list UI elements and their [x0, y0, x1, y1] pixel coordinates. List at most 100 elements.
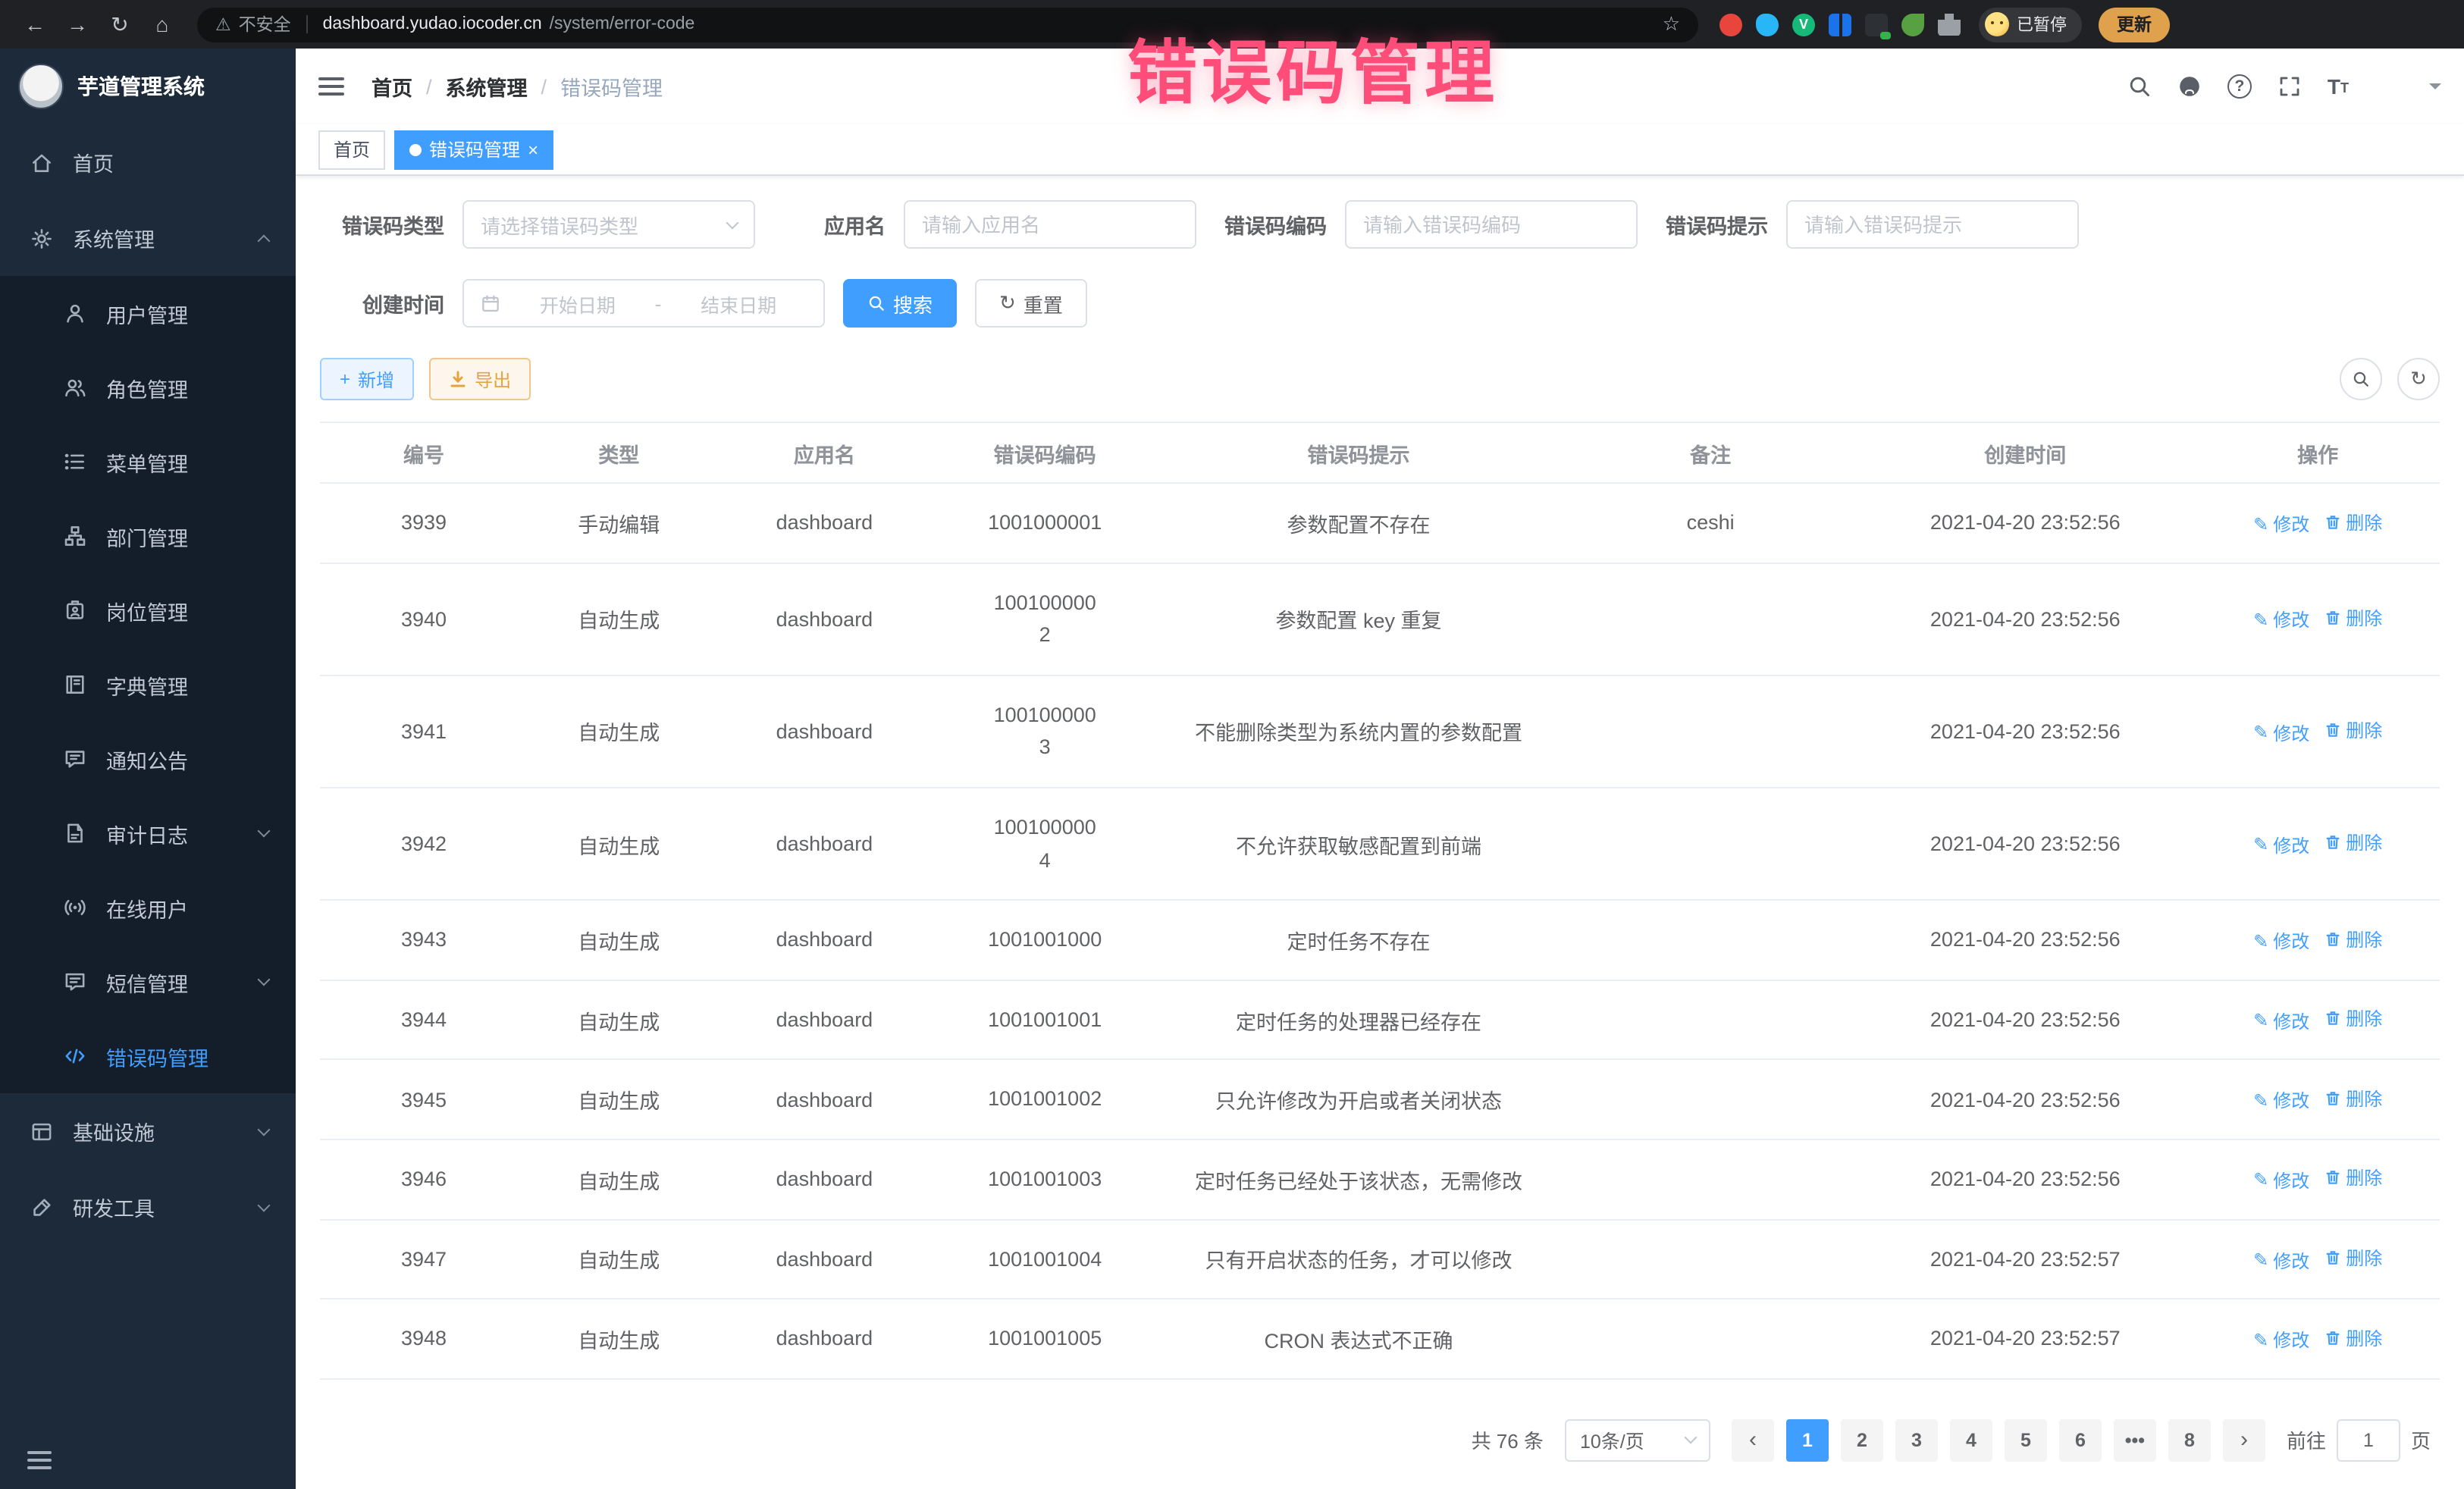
extension-icon-grid[interactable] — [1829, 13, 1851, 36]
sidebar-logo[interactable]: 芋道管理系统 — [0, 49, 296, 124]
bookmark-star-icon[interactable]: ☆ — [1663, 12, 1680, 36]
next-page-button[interactable]: › — [2223, 1418, 2265, 1461]
browser-reload-button[interactable]: ↻ — [100, 5, 140, 44]
app-name-input[interactable] — [922, 213, 1178, 236]
table-row: 3944 自动生成 dashboard 1001001001 定时任务的处理器已… — [320, 980, 2440, 1060]
add-button[interactable]: + 新增 — [320, 358, 414, 400]
table-row: 3945 自动生成 dashboard 1001001002 只允许修改为开启或… — [320, 1060, 2440, 1139]
help-icon[interactable]: ? — [2227, 74, 2252, 99]
page-button-2[interactable]: 2 — [1841, 1418, 1883, 1461]
github-icon[interactable] — [2177, 74, 2202, 99]
hamburger-icon[interactable] — [318, 77, 344, 96]
edit-button[interactable]: ✎修改 — [2253, 607, 2309, 633]
browser-home-button[interactable]: ⌂ — [143, 5, 182, 44]
page-ellipsis[interactable]: ••• — [2114, 1418, 2156, 1461]
delete-button[interactable]: 删除 — [2324, 926, 2382, 951]
sidebar-item-devtools[interactable]: 研发工具 — [0, 1169, 296, 1245]
browser-profile-chip[interactable]: 已暂停 — [1979, 7, 2082, 42]
delete-button[interactable]: 删除 — [2324, 830, 2382, 856]
edit-button[interactable]: ✎修改 — [2253, 511, 2309, 537]
extension-icon-check[interactable]: V — [1792, 13, 1815, 36]
delete-button[interactable]: 删除 — [2324, 1086, 2382, 1111]
sidebar-item-home[interactable]: 首页 — [0, 124, 296, 200]
table-row: 3941 自动生成 dashboard 100100000 3 不能删除类型为系… — [320, 676, 2440, 788]
sidebar-item-positions[interactable]: 岗位管理 — [0, 573, 296, 647]
error-code-input[interactable] — [1363, 213, 1619, 236]
breadcrumb-separator: / — [426, 75, 432, 98]
delete-button[interactable]: 删除 — [2324, 1245, 2382, 1271]
table-row: 3948 自动生成 dashboard 1001001005 CRON 表达式不… — [320, 1299, 2440, 1378]
error-msg-label: 错误码提示 — [1665, 209, 1786, 240]
table-header-row: 编号 类型 应用名 错误码编码 错误码提示 备注 创建时间 操作 — [320, 422, 2440, 483]
page-size-select[interactable]: 10条/页 — [1565, 1418, 1710, 1461]
browser-forward-button[interactable]: → — [58, 5, 97, 44]
jump-page-input[interactable] — [2337, 1418, 2400, 1461]
user-avatar-menu[interactable] — [2375, 64, 2441, 109]
page-button-6[interactable]: 6 — [2059, 1418, 2102, 1461]
page-button-4[interactable]: 4 — [1950, 1418, 1992, 1461]
refresh-table-button[interactable]: ↻ — [2397, 358, 2440, 400]
sidebar-item-roles[interactable]: 角色管理 — [0, 350, 296, 425]
edit-button[interactable]: ✎修改 — [2253, 1168, 2309, 1193]
page-button-1[interactable]: 1 — [1786, 1418, 1829, 1461]
fullscreen-icon[interactable] — [2277, 74, 2302, 99]
delete-button[interactable]: 删除 — [2324, 1006, 2382, 1032]
breadcrumb-system[interactable]: 系统管理 — [446, 71, 528, 102]
delete-button[interactable]: 删除 — [2324, 717, 2382, 743]
search-button[interactable]: 搜索 — [843, 279, 957, 328]
extension-icon-drop[interactable] — [1756, 13, 1779, 36]
sidebar-item-error-codes[interactable]: 错误码管理 — [0, 1019, 296, 1093]
reset-button[interactable]: ↻ 重置 — [975, 279, 1087, 328]
tab-home[interactable]: 首页 — [318, 130, 385, 169]
search-icon[interactable] — [2127, 74, 2152, 99]
sidebar-item-notices[interactable]: 通知公告 — [0, 722, 296, 796]
extension-icon-switch[interactable] — [1865, 13, 1888, 36]
edit-button[interactable]: ✎修改 — [2253, 1327, 2309, 1353]
date-range-picker[interactable]: 开始日期 - 结束日期 — [462, 279, 825, 328]
edit-button[interactable]: ✎修改 — [2253, 1088, 2309, 1114]
edit-button[interactable]: ✎修改 — [2253, 928, 2309, 954]
delete-button[interactable]: 删除 — [2324, 1165, 2382, 1191]
address-bar[interactable]: ⚠ 不安全 dashboard.yudao.iocoder.cn /system… — [197, 7, 1698, 42]
breadcrumb-home[interactable]: 首页 — [371, 71, 412, 102]
tab-error-codes[interactable]: 错误码管理 × — [394, 130, 553, 169]
close-icon[interactable]: × — [528, 140, 538, 158]
edit-button[interactable]: ✎修改 — [2253, 1247, 2309, 1273]
delete-button[interactable]: 删除 — [2324, 605, 2382, 631]
toggle-search-button[interactable] — [2340, 358, 2382, 400]
sidebar-item-system[interactable]: 系统管理 — [0, 200, 296, 276]
export-button[interactable]: 导出 — [429, 358, 531, 400]
system-submenu: 用户管理 角色管理 菜单管理 — [0, 276, 296, 1093]
prev-page-button[interactable]: ‹ — [1732, 1418, 1774, 1461]
sidebar-item-sms[interactable]: 短信管理 — [0, 945, 296, 1019]
edit-button[interactable]: ✎修改 — [2253, 719, 2309, 745]
edit-button[interactable]: ✎修改 — [2253, 1008, 2309, 1034]
page-button-5[interactable]: 5 — [2005, 1418, 2047, 1461]
sidebar-item-users[interactable]: 用户管理 — [0, 276, 296, 350]
error-type-select[interactable]: 请选择错误码类型 — [462, 200, 755, 249]
delete-button[interactable]: 删除 — [2324, 1324, 2382, 1350]
url-path: /system/error-code — [550, 15, 695, 33]
page-button-8[interactable]: 8 — [2168, 1418, 2211, 1461]
sidebar-item-infrastructure[interactable]: 基础设施 — [0, 1093, 296, 1169]
error-msg-input[interactable] — [1804, 213, 2061, 236]
delete-button[interactable]: 删除 — [2324, 509, 2382, 534]
sidebar-item-audit-logs[interactable]: 审计日志 — [0, 796, 296, 870]
sidebar-item-online-users[interactable]: 在线用户 — [0, 870, 296, 945]
extension-icon-red[interactable] — [1719, 13, 1742, 36]
sidebar-item-menus[interactable]: 菜单管理 — [0, 425, 296, 499]
col-type: 类型 — [528, 422, 710, 483]
sidebar-collapse-toggle[interactable] — [0, 1431, 296, 1489]
edit-button[interactable]: ✎修改 — [2253, 832, 2309, 858]
jump-suffix-label: 页 — [2411, 1425, 2431, 1454]
extension-icon-leaf[interactable] — [1901, 13, 1924, 36]
profile-avatar-icon — [1985, 12, 2009, 36]
extensions-puzzle-icon[interactable] — [1938, 13, 1961, 36]
total-count: 共 76 条 — [1472, 1425, 1544, 1454]
sidebar-item-departments[interactable]: 部门管理 — [0, 499, 296, 573]
browser-back-button[interactable]: ← — [15, 5, 55, 44]
browser-update-button[interactable]: 更新 — [2099, 7, 2170, 42]
sidebar-item-dictionary[interactable]: 字典管理 — [0, 647, 296, 722]
page-button-3[interactable]: 3 — [1895, 1418, 1938, 1461]
font-size-icon[interactable]: TT — [2328, 76, 2349, 97]
